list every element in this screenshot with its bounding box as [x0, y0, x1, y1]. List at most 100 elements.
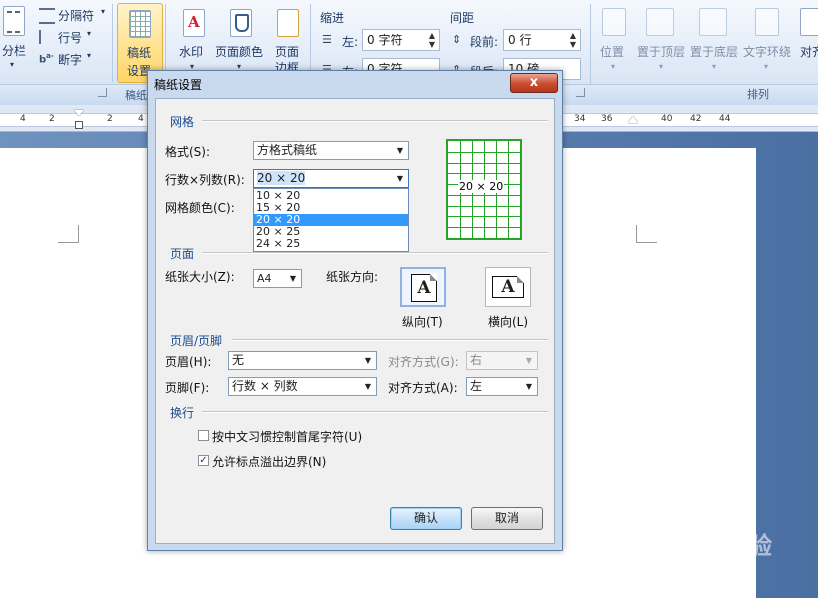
indent-left-input[interactable]: 0 字符 ▲ ▼ — [362, 29, 440, 51]
style-select-value: 方格式稿纸 — [257, 143, 318, 157]
footer-align-select[interactable]: 左 ▼ — [466, 377, 538, 396]
hyphenation-button[interactable]: 断字 — [58, 51, 82, 68]
option2-checkbox[interactable]: ✓ — [198, 455, 209, 466]
right-indent-marker-icon[interactable] — [628, 116, 638, 123]
option1-label[interactable]: 按中文习惯控制首尾字符(U) — [212, 428, 362, 445]
footer-label: 页脚(F): — [165, 381, 210, 395]
cancel-button[interactable]: 取消 — [471, 507, 543, 530]
line-break-section-header: 换行 — [170, 406, 195, 420]
dialog-title-bar[interactable]: 稿纸设置 x — [148, 71, 562, 97]
page-section-divider — [202, 252, 548, 254]
footer-select[interactable]: 行数 × 列数 ▼ — [228, 377, 377, 396]
left-indent-marker-icon[interactable] — [74, 110, 84, 116]
spacing-before-spin-up[interactable]: ▲ — [568, 31, 578, 40]
watermark-button[interactable]: 水印 — [179, 43, 203, 60]
spacing-before-input[interactable]: 0 行 ▲ ▼ — [503, 29, 581, 51]
paragraph-dialog-launcher-icon[interactable] — [576, 88, 585, 97]
indent-left-icon: ☰ — [322, 33, 332, 46]
paper-size-label: 纸张大小(Z): — [165, 270, 235, 284]
page-setup-dialog-launcher-icon[interactable] — [98, 88, 107, 97]
landscape-button[interactable]: A — [485, 267, 531, 307]
ruler-tick: 44 — [719, 114, 731, 124]
header-label: 页眉(H): — [165, 355, 212, 369]
option1-checkbox[interactable] — [198, 430, 209, 441]
rowcol-dropdown-list[interactable]: 10 × 20 15 × 20 20 × 20 20 × 25 24 × 25 — [253, 188, 409, 252]
portrait-glyph: A — [417, 278, 431, 298]
close-icon: x — [529, 75, 539, 90]
ok-button[interactable]: 确认 — [390, 507, 462, 530]
site-watermark: Bai 经验 jingyan.baidu.com — [628, 522, 798, 586]
style-select[interactable]: 方格式稿纸 ▼ — [253, 141, 409, 160]
send-back-icon[interactable] — [699, 8, 727, 36]
wrap-text-icon[interactable] — [755, 8, 779, 36]
page-fold-corner — [517, 276, 524, 283]
header-select[interactable]: 无 ▼ — [228, 351, 377, 370]
portrait-page-icon: A — [411, 274, 437, 302]
spacing-header: 间距 — [450, 11, 475, 25]
paper-size-select[interactable]: A4 ▼ — [253, 269, 302, 288]
position-button[interactable]: 位置 — [600, 43, 624, 60]
header-select-value: 无 — [232, 353, 245, 367]
breaks-button[interactable]: 分隔符 — [58, 7, 94, 24]
breaks-icon[interactable] — [39, 8, 55, 24]
grid-preview-label: 20 × 20 — [458, 180, 505, 193]
line-numbers-icon[interactable] — [39, 30, 57, 44]
hanging-indent-marker-icon[interactable] — [75, 121, 83, 129]
bring-front-dropdown-arrow: ▾ — [659, 62, 664, 71]
ribbon-separator — [112, 4, 113, 82]
option2-check-icon: ✓ — [199, 455, 208, 466]
page-border-icon[interactable] — [277, 9, 299, 37]
columns-dropdown-arrow[interactable]: ▾ — [10, 60, 14, 69]
manuscript-grid-icon — [129, 10, 151, 38]
watermark-url: jingyan.baidu.com — [630, 562, 750, 577]
wrap-text-button[interactable]: 文字环绕 — [743, 43, 791, 60]
send-back-dropdown-arrow: ▾ — [712, 62, 717, 71]
header-align-select[interactable]: 右 ▼ — [466, 351, 538, 370]
rowcol-label: 行数×列数(R): — [165, 173, 245, 187]
page-color-button[interactable]: 页面颜色 — [215, 43, 263, 60]
indent-left-value: 0 字符 — [367, 33, 403, 47]
landscape-label[interactable]: 横向(L) — [488, 313, 528, 330]
send-back-button[interactable]: 置于底层 — [690, 43, 738, 60]
breaks-dropdown-arrow: ▾ — [101, 7, 106, 16]
close-button[interactable]: x — [510, 73, 558, 93]
hyphenation-icon[interactable]: ba- — [39, 52, 54, 65]
align-icon[interactable] — [800, 8, 818, 36]
indent-header: 缩进 — [320, 11, 345, 25]
indent-left-spin-up[interactable]: ▲ — [427, 31, 437, 40]
grid-section-divider — [202, 120, 548, 122]
grid-section-header: 网格 — [170, 115, 195, 129]
page-color-icon[interactable] — [230, 9, 252, 37]
chevron-down-icon: ▼ — [525, 382, 533, 391]
line-numbers-dropdown-arrow: ▾ — [87, 29, 92, 38]
rowcol-select[interactable]: 20 × 20 ▼ — [253, 169, 409, 188]
chevron-down-icon: ▼ — [396, 146, 404, 155]
grid-preview-col-line — [508, 141, 509, 238]
paw-logo-icon — [694, 527, 720, 553]
bring-front-icon[interactable] — [646, 8, 674, 36]
portrait-button[interactable]: A — [400, 267, 446, 307]
indent-left-spin-down[interactable]: ▼ — [427, 40, 437, 49]
header-footer-section-divider — [232, 339, 548, 341]
footer-align-label: 对齐方式(A): — [388, 381, 458, 395]
watermark-icon[interactable]: A — [183, 9, 205, 37]
grid-color-label: 网格颜色(C): — [165, 201, 235, 215]
portrait-label[interactable]: 纵向(T) — [402, 313, 443, 330]
footer-align-value: 左 — [470, 379, 483, 393]
position-icon[interactable] — [602, 8, 626, 36]
bring-front-button[interactable]: 置于顶层 — [637, 43, 685, 60]
columns-icon[interactable] — [3, 6, 25, 36]
columns-button[interactable]: 分栏 — [2, 42, 26, 59]
rowcol-option[interactable]: 24 × 25 — [254, 238, 408, 250]
margin-crop-mark-right — [636, 225, 657, 243]
header-align-label: 对齐方式(G): — [388, 355, 459, 369]
option2-label[interactable]: 允许标点溢出边界(N) — [212, 453, 326, 470]
ruler-tick: 4 — [138, 114, 144, 124]
spacing-before-spin-down[interactable]: ▼ — [568, 40, 578, 49]
ruler-tick: 2 — [107, 114, 113, 124]
header-footer-section-header: 页眉/页脚 — [170, 334, 223, 348]
chevron-down-icon: ▼ — [364, 382, 372, 391]
page-border-label-1[interactable]: 页面 — [275, 43, 299, 60]
line-numbers-button[interactable]: 行号 — [58, 29, 82, 46]
align-button[interactable]: 对齐 — [800, 43, 818, 60]
